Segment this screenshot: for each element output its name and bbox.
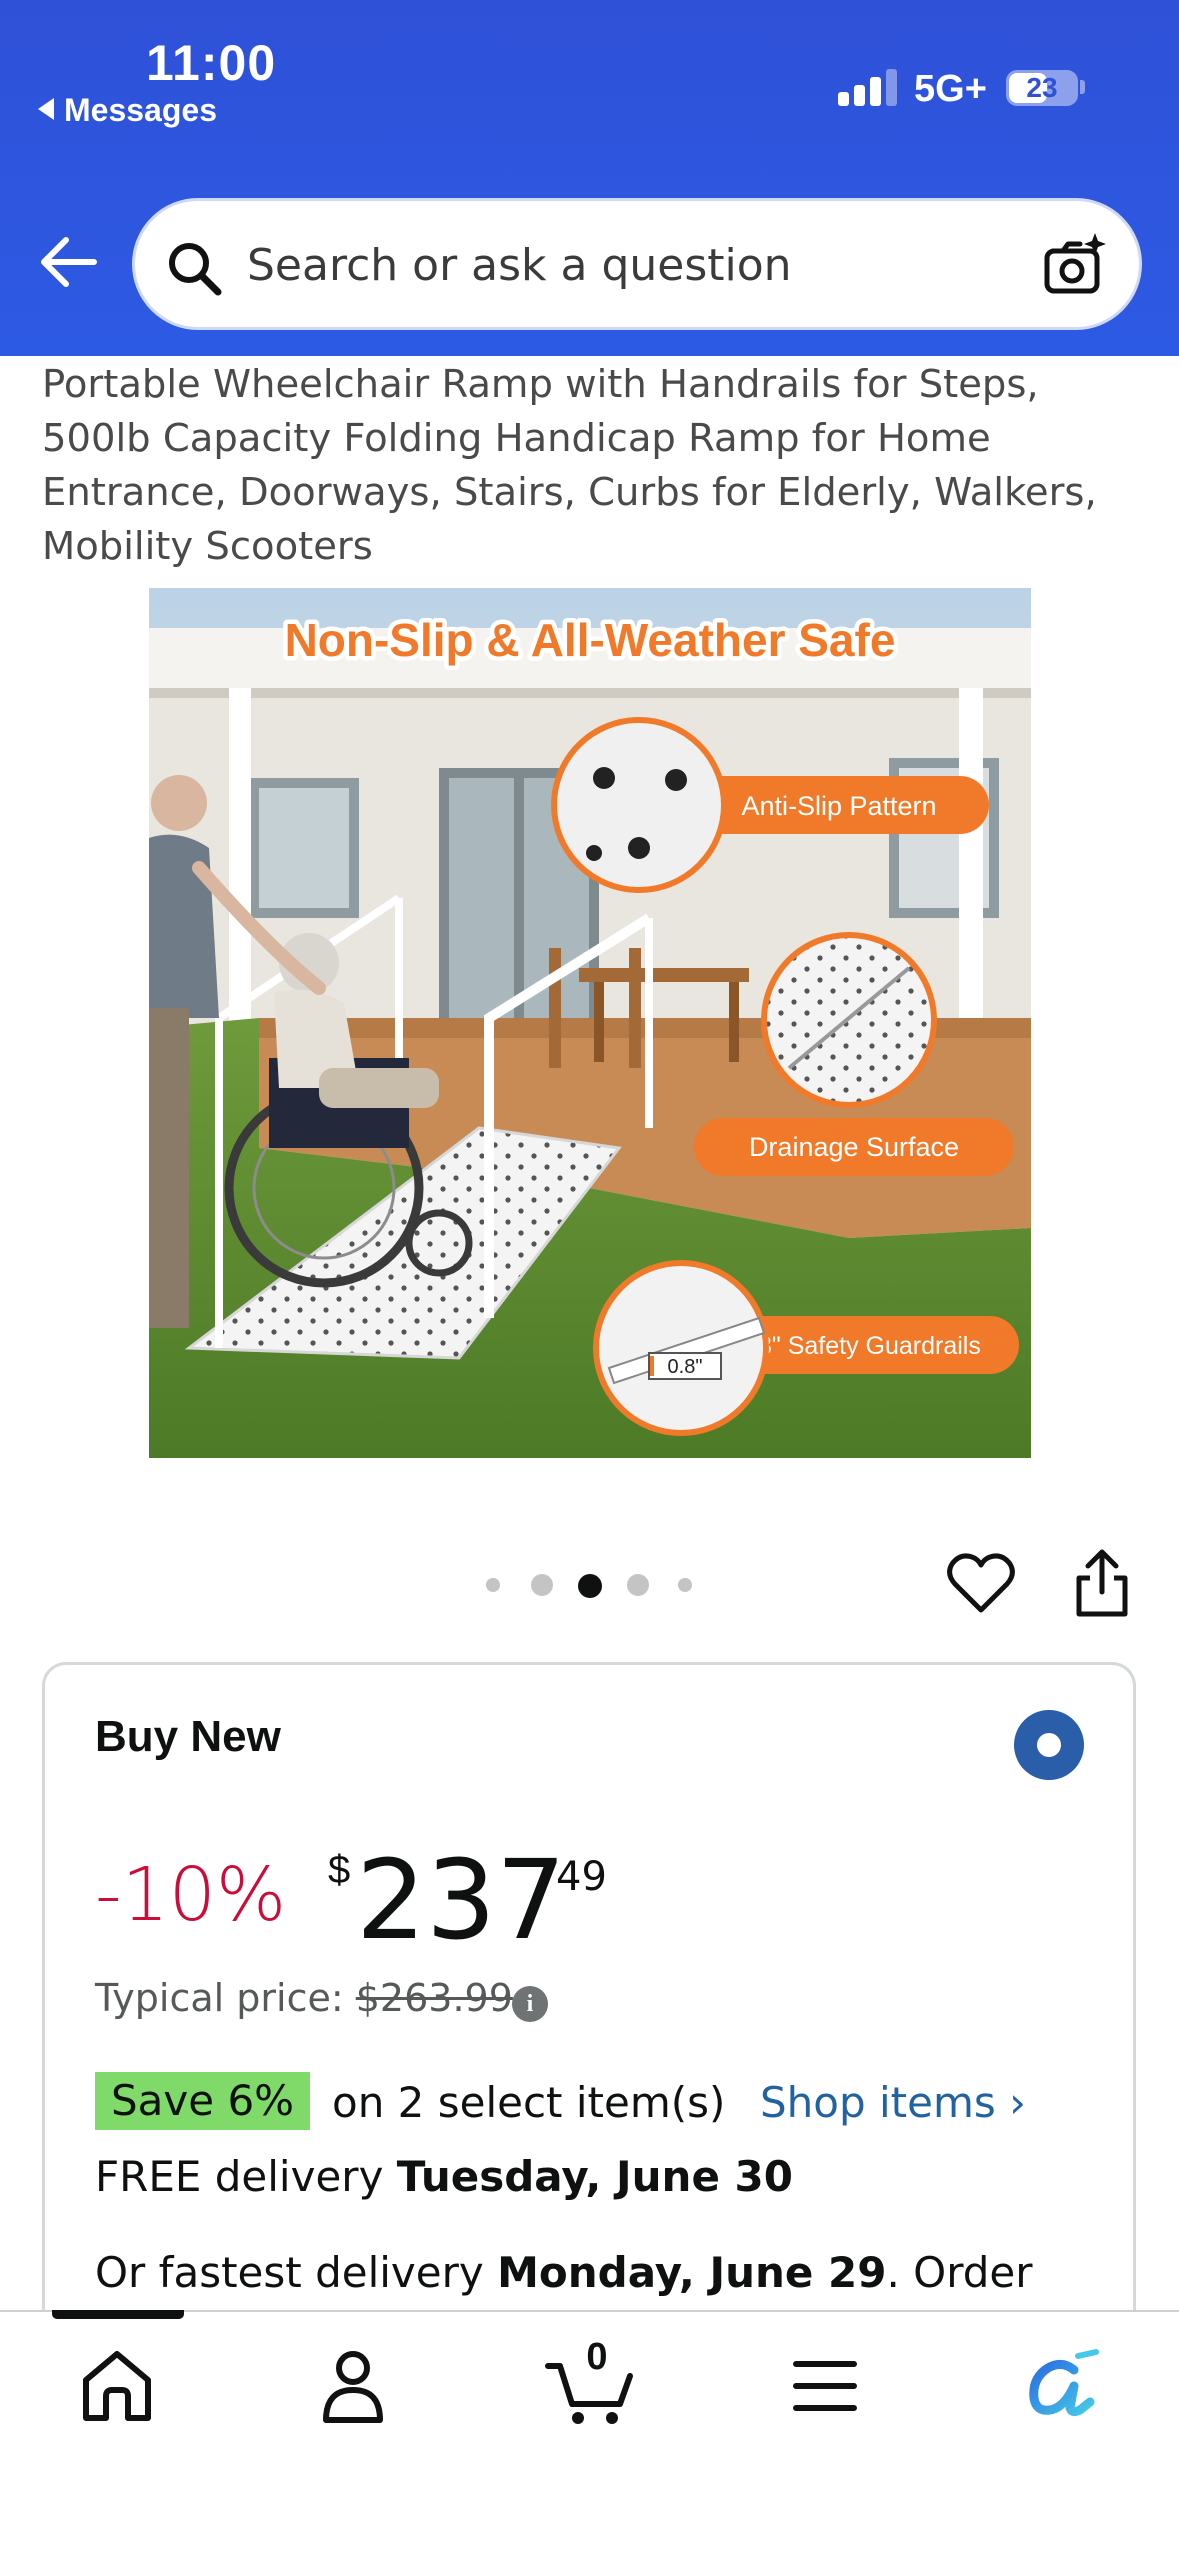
price-cents: 49 xyxy=(556,1854,607,1900)
heart-icon[interactable] xyxy=(946,1552,1016,1616)
rufus-icon[interactable] xyxy=(1016,2346,1106,2426)
carousel-dot[interactable] xyxy=(531,1574,553,1596)
fastest-suffix: . Order xyxy=(886,2248,1033,2297)
typical-price-label: Typical price: xyxy=(95,1976,344,2020)
feature-anti-slip: Anti-Slip Pattern xyxy=(741,791,936,821)
battery-icon: 23 xyxy=(1006,70,1078,106)
search-icon xyxy=(169,243,222,296)
typical-price-value: $263.99 xyxy=(355,1976,513,2020)
shop-items-link[interactable]: Shop items › xyxy=(760,2074,1026,2132)
network-type: 5G+ xyxy=(914,68,987,110)
dimension-label: 0.8" xyxy=(668,1356,703,1378)
buy-new-radio[interactable] xyxy=(1014,1710,1084,1780)
battery-level: 23 xyxy=(1026,72,1058,103)
camera-search-icon[interactable] xyxy=(1039,229,1111,301)
carousel-dot-active[interactable] xyxy=(578,1574,602,1598)
account-icon[interactable] xyxy=(308,2346,398,2426)
feature-drainage: Drainage Surface xyxy=(749,1132,959,1162)
buy-new-label: Buy New xyxy=(95,1712,281,1761)
discount-percent: -10% xyxy=(95,1852,287,1938)
cart-count: 0 xyxy=(586,2336,608,2378)
back-app-label: Messages xyxy=(64,92,217,128)
delivery-info: FREE delivery Tuesday, June 30 xyxy=(95,2148,793,2206)
delivery-prefix: FREE delivery xyxy=(95,2152,397,2201)
carousel-dot[interactable] xyxy=(627,1574,649,1596)
back-to-app-link[interactable]: Messages xyxy=(38,92,217,129)
share-icon[interactable] xyxy=(1074,1548,1130,1618)
back-triangle-icon xyxy=(38,98,54,120)
battery-tip xyxy=(1080,80,1085,94)
typical-price-row: Typical price: $263.99 xyxy=(95,1976,513,2020)
signal-icon xyxy=(838,66,898,106)
carousel-dot[interactable] xyxy=(486,1578,500,1592)
fastest-delivery-info: Or fastest delivery Monday, June 29. Ord… xyxy=(95,2244,1033,2302)
product-title[interactable]: Portable Wheelchair Ramp with Handrails … xyxy=(42,358,1152,574)
home-icon[interactable] xyxy=(72,2346,162,2426)
info-icon[interactable]: i xyxy=(512,1986,548,2022)
price-currency: $ xyxy=(328,1848,351,1892)
search-input[interactable] xyxy=(247,233,1007,297)
image-headline: Non-Slip & All-Weather Safe xyxy=(285,614,896,666)
search-bar[interactable] xyxy=(132,198,1142,330)
save-badge: Save 6% xyxy=(95,2072,311,2130)
status-time: 11:00 xyxy=(146,35,277,91)
carousel-dot[interactable] xyxy=(678,1578,692,1592)
fastest-date: Monday, June 29 xyxy=(497,2248,887,2297)
active-tab-indicator xyxy=(52,2310,184,2319)
save-description: on 2 select item(s) xyxy=(332,2078,726,2127)
price-whole: 237 xyxy=(356,1836,566,1964)
back-arrow-icon[interactable] xyxy=(36,232,98,292)
delivery-date: Tuesday, June 30 xyxy=(396,2152,793,2201)
menu-icon[interactable] xyxy=(780,2346,870,2426)
feature-guardrails: 0.8" Safety Guardrails xyxy=(737,1332,981,1360)
fastest-prefix: Or fastest delivery xyxy=(95,2248,498,2297)
product-image[interactable]: Non-Slip & All-Weather Safe Non-Slip & A… xyxy=(149,588,1031,1458)
